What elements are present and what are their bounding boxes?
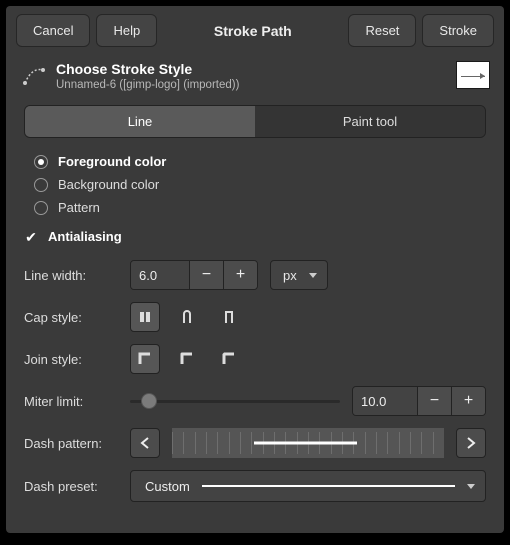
mode-tabs: Line Paint tool — [24, 105, 486, 138]
titlebar: Cancel Help Stroke Path Reset Stroke — [6, 6, 504, 55]
stroke-button[interactable]: Stroke — [422, 14, 494, 47]
dash-shift-right-button[interactable] — [456, 428, 486, 458]
radio-label: Pattern — [58, 200, 100, 215]
checkbox-antialiasing[interactable]: ✔ Antialiasing — [24, 225, 486, 248]
reset-button[interactable]: Reset — [348, 14, 416, 47]
cap-round-button[interactable] — [172, 302, 202, 332]
joinstyle-label: Join style: — [24, 352, 118, 367]
preset-label: Dash preset: — [24, 479, 118, 494]
cap-butt-button[interactable] — [130, 302, 160, 332]
miter-label: Miter limit: — [24, 394, 118, 409]
header: Choose Stroke Style Unnamed-6 ([gimp-log… — [6, 55, 504, 101]
radio-foreground-color[interactable]: Foreground color — [34, 150, 486, 173]
tab-paint-tool[interactable]: Paint tool — [255, 106, 485, 137]
unit-value: px — [283, 268, 297, 283]
tab-line[interactable]: Line — [25, 106, 255, 137]
linewidth-label: Line width: — [24, 268, 118, 283]
miter-slider[interactable] — [130, 400, 340, 403]
linewidth-dec-button[interactable]: − — [189, 261, 223, 289]
header-title: Choose Stroke Style — [56, 61, 448, 77]
stroke-preview — [456, 61, 490, 89]
chevron-down-icon — [467, 484, 475, 489]
linewidth-spinner: − + — [130, 260, 258, 290]
path-icon — [20, 61, 48, 89]
window-title: Stroke Path — [163, 23, 342, 39]
capstyle-label: Cap style: — [24, 310, 118, 325]
slider-thumb[interactable] — [141, 393, 157, 409]
miter-input[interactable] — [353, 387, 417, 415]
radio-label: Background color — [58, 177, 159, 192]
dash-shift-left-button[interactable] — [130, 428, 160, 458]
cancel-button[interactable]: Cancel — [16, 14, 90, 47]
dash-preset-select[interactable]: Custom — [130, 470, 486, 502]
radio-background-color[interactable]: Background color — [34, 173, 486, 196]
help-button[interactable]: Help — [96, 14, 157, 47]
preset-value: Custom — [145, 479, 190, 494]
dash-pattern-editor[interactable] — [172, 428, 444, 458]
miter-inc-button[interactable]: + — [451, 387, 485, 415]
radio-icon — [34, 178, 48, 192]
header-subtitle: Unnamed-6 ([gimp-logo] (imported)) — [56, 79, 448, 91]
radio-pattern[interactable]: Pattern — [34, 196, 486, 219]
join-round-button[interactable] — [172, 344, 202, 374]
radio-label: Foreground color — [58, 154, 166, 169]
join-miter-button[interactable] — [130, 344, 160, 374]
radio-icon — [34, 155, 48, 169]
dash-label: Dash pattern: — [24, 436, 118, 451]
linewidth-inc-button[interactable]: + — [223, 261, 257, 289]
check-icon: ✔ — [24, 230, 38, 244]
check-label: Antialiasing — [48, 229, 122, 244]
linewidth-unit-select[interactable]: px — [270, 260, 328, 290]
join-bevel-button[interactable] — [214, 344, 244, 374]
radio-icon — [34, 201, 48, 215]
linewidth-input[interactable] — [131, 261, 189, 289]
miter-dec-button[interactable]: − — [417, 387, 451, 415]
miter-spinner: − + — [352, 386, 486, 416]
chevron-down-icon — [309, 273, 317, 278]
preset-preview-line — [202, 485, 455, 487]
cap-square-button[interactable] — [214, 302, 244, 332]
